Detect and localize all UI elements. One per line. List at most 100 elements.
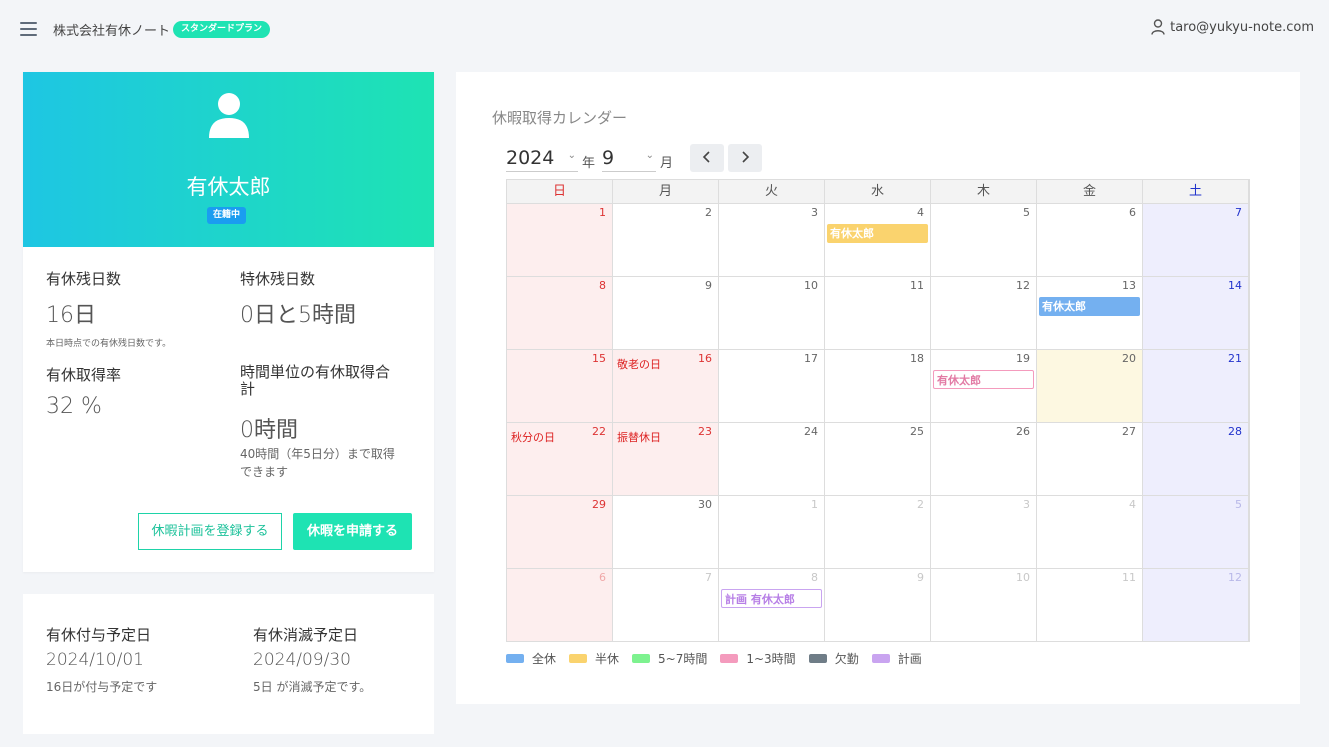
day-number: 9 <box>917 571 924 584</box>
calendar-day-cell[interactable]: 29 <box>507 496 613 569</box>
calendar-day-cell[interactable]: 13 有休太郎 <box>1037 277 1143 350</box>
day-number: 30 <box>698 498 712 511</box>
leave-usage-rate-value: 32 % <box>46 394 102 419</box>
calendar-day-cell[interactable]: 26 <box>931 423 1037 496</box>
legend-item: 半休 <box>569 650 619 667</box>
calendar-day-cell[interactable]: 6 <box>1037 204 1143 277</box>
calendar-day-cell[interactable]: 11 <box>825 277 931 350</box>
calendar-day-cell[interactable]: 6 <box>507 569 613 642</box>
calendar-day-cell[interactable]: 12 <box>1143 569 1249 642</box>
calendar-day-cell[interactable]: 5 <box>931 204 1037 277</box>
calendar-day-cell[interactable]: 10 <box>719 277 825 350</box>
calendar-day-cell[interactable]: 9 <box>613 277 719 350</box>
leave-usage-rate-label: 有休取得率 <box>46 366 122 384</box>
holiday-label: 振替休日 <box>617 431 661 444</box>
calendar-day-cell[interactable]: 8 <box>507 277 613 350</box>
year-select[interactable]: 2024 ⌄ <box>506 147 578 172</box>
profile-header: 有休太郎 在籍中 <box>23 72 434 247</box>
calendar-day-cell[interactable]: 7 <box>1143 204 1249 277</box>
calendar-day-cell[interactable]: 5 <box>1143 496 1249 569</box>
day-number: 21 <box>1228 352 1242 365</box>
calendar-day-cell[interactable]: 25 <box>825 423 931 496</box>
special-leave-remaining-label: 特休残日数 <box>240 270 316 288</box>
calendar-day-cell[interactable]: 8 計画 有休太郎 <box>719 569 825 642</box>
calendar-day-cell[interactable]: 4 有休太郎 <box>825 204 931 277</box>
day-number: 13 <box>1122 279 1136 292</box>
calendar-day-cell[interactable]: 10 <box>931 569 1037 642</box>
avatar-icon <box>209 93 249 138</box>
register-leave-plan-button[interactable]: 休暇計画を登録する <box>138 513 282 550</box>
calendar-day-cell[interactable]: 2 <box>613 204 719 277</box>
hourly-leave-total-label: 時間単位の有休取得合計 <box>240 363 391 398</box>
holiday-label: 敬老の日 <box>617 358 661 371</box>
calendar-day-cell[interactable]: 14 <box>1143 277 1249 350</box>
calendar-grid: 日月火水木金土 1 2 3 4 有休太郎 5 6 7 8 9 10 11 12 13 有休太郎 14 15 16 敬老… <box>506 179 1250 642</box>
hourly-leave-total-value: 0時間 <box>240 418 298 443</box>
weekday-header: 木 <box>931 180 1037 204</box>
day-number: 20 <box>1122 352 1136 365</box>
chevron-left-icon <box>702 151 710 163</box>
hamburger-menu-icon[interactable] <box>20 22 37 36</box>
day-number: 16 <box>698 352 712 365</box>
calendar-legend: 全休 半休 5~7時間 1~3時間 欠勤 計画 <box>506 650 935 667</box>
calendar-day-cell[interactable]: 16 敬老の日 <box>613 350 719 423</box>
legend-label: 欠勤 <box>834 652 859 666</box>
leave-event[interactable]: 有休太郎 <box>933 370 1034 389</box>
calendar-day-cell[interactable]: 27 <box>1037 423 1143 496</box>
calendar-day-cell[interactable]: 17 <box>719 350 825 423</box>
weekday-header: 日 <box>507 180 613 204</box>
calendar-day-cell[interactable]: 1 <box>719 496 825 569</box>
calendar-day-cell[interactable]: 4 <box>1037 496 1143 569</box>
leave-event[interactable]: 有休太郎 <box>1039 297 1140 316</box>
leave-event[interactable]: 有休太郎 <box>827 224 928 243</box>
day-number: 24 <box>804 425 818 438</box>
day-number: 6 <box>1129 206 1136 219</box>
chevron-right-icon <box>742 151 750 163</box>
calendar-day-cell[interactable]: 22 秋分の日 <box>507 423 613 496</box>
day-number: 28 <box>1228 425 1242 438</box>
calendar-day-cell[interactable]: 1 <box>507 204 613 277</box>
user-account[interactable]: taro@yukyu-note.com <box>1151 19 1314 35</box>
legend-swatch <box>506 654 524 663</box>
calendar-day-cell[interactable]: 20 <box>1037 350 1143 423</box>
paid-leave-remaining-label: 有休残日数 <box>46 270 122 288</box>
grant-date-label: 有休付与予定日 <box>46 626 152 644</box>
legend-label: 半休 <box>595 652 620 666</box>
day-number: 12 <box>1016 279 1030 292</box>
leave-calendar-card: 休暇取得カレンダー 2024 ⌄ 年 9 ⌄ 月 日月火水木金土 1 2 3 4 有休太郎 5 6… <box>456 72 1300 704</box>
legend-item: 5~7時間 <box>632 650 707 667</box>
calendar-day-cell[interactable]: 15 <box>507 350 613 423</box>
day-number: 2 <box>917 498 924 511</box>
holiday-label: 秋分の日 <box>511 431 555 444</box>
calendar-day-cell[interactable]: 3 <box>719 204 825 277</box>
calendar-day-cell[interactable]: 28 <box>1143 423 1249 496</box>
user-icon <box>1151 19 1165 35</box>
legend-swatch <box>632 654 651 663</box>
calendar-day-cell[interactable]: 21 <box>1143 350 1249 423</box>
apply-leave-button[interactable]: 休暇を申請する <box>293 513 412 550</box>
month-select[interactable]: 9 ⌄ <box>602 147 656 172</box>
day-number: 27 <box>1122 425 1136 438</box>
calendar-day-cell[interactable]: 18 <box>825 350 931 423</box>
weekday-header: 水 <box>825 180 931 204</box>
calendar-day-cell[interactable]: 2 <box>825 496 931 569</box>
calendar-day-cell[interactable]: 23 振替休日 <box>613 423 719 496</box>
calendar-day-cell[interactable]: 11 <box>1037 569 1143 642</box>
prev-month-button[interactable] <box>690 144 724 172</box>
calendar-day-cell[interactable]: 3 <box>931 496 1037 569</box>
calendar-day-cell[interactable]: 30 <box>613 496 719 569</box>
leave-event[interactable]: 計画 有休太郎 <box>721 589 822 608</box>
special-leave-remaining-value: 0日と5時間 <box>240 303 356 328</box>
calendar-day-cell[interactable]: 7 <box>613 569 719 642</box>
next-month-button[interactable] <box>728 144 762 172</box>
legend-label: 5~7時間 <box>658 652 708 666</box>
legend-item: 全休 <box>506 650 556 667</box>
day-number: 3 <box>1023 498 1030 511</box>
calendar-day-cell[interactable]: 12 <box>931 277 1037 350</box>
day-number: 8 <box>599 279 606 292</box>
calendar-day-cell[interactable]: 9 <box>825 569 931 642</box>
calendar-day-cell[interactable]: 19 有休太郎 <box>931 350 1037 423</box>
legend-swatch <box>720 654 739 663</box>
top-bar: 株式会社有休ノート スタンダードプラン taro@yukyu-note.com <box>0 0 1329 58</box>
calendar-day-cell[interactable]: 24 <box>719 423 825 496</box>
